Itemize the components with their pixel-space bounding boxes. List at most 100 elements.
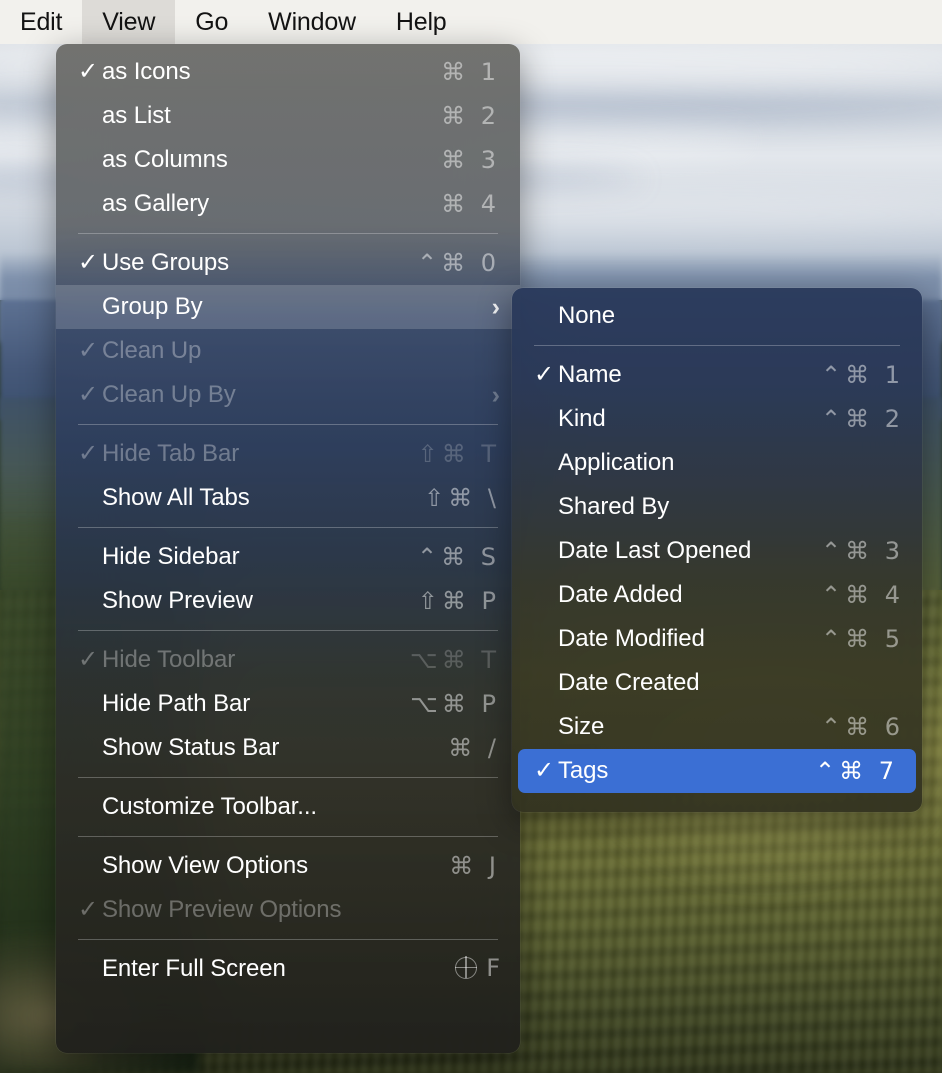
- menu-item-shortcut: ⌘ 1: [441, 58, 500, 86]
- menu-item-shortcut: ⌥⌘ P: [410, 690, 500, 718]
- checkmark-placeholder: ✓: [78, 545, 102, 569]
- menu-item-date-created[interactable]: ✓Date Created: [512, 661, 922, 705]
- menu-bar: Edit View Go Window Help: [0, 0, 942, 44]
- checkmark-placeholder: ✓: [534, 627, 558, 651]
- menu-item-label: Application: [558, 449, 675, 476]
- menu-item-shortcut: ⌃⌘ 5: [820, 625, 904, 653]
- menu-item-shortcut: ⌃⌘ 4: [820, 581, 904, 609]
- menu-item-label: Hide Tab Bar: [102, 440, 240, 467]
- checkmark-placeholder: ✓: [78, 854, 102, 878]
- chevron-right-icon: ›: [491, 292, 500, 321]
- menu-item-label: Show View Options: [102, 852, 308, 879]
- checkmark-placeholder: ✓: [78, 337, 99, 364]
- menu-item-show-status-bar[interactable]: ✓Show Status Bar ⌘ /: [56, 726, 520, 770]
- menu-item-enter-full-screen[interactable]: ✓Enter Full Screen F: [56, 947, 520, 991]
- menu-item-label: Use Groups: [102, 249, 230, 276]
- menu-item-label: Date Last Opened: [558, 537, 752, 564]
- menu-item-shortcut: ⌘ J: [449, 852, 500, 880]
- menu-item-as-columns[interactable]: ✓as Columns ⌘ 3: [56, 138, 520, 182]
- menu-item-shortcut: ⌘ 4: [441, 190, 500, 218]
- checkmark-placeholder: ✓: [78, 589, 102, 613]
- menu-item-shortcut: ⌘ 2: [441, 102, 500, 130]
- menu-item-hide-sidebar[interactable]: ✓Hide Sidebar ⌃⌘ S: [56, 535, 520, 579]
- menu-item-name[interactable]: ✓ Name ⌃⌘ 1: [512, 353, 922, 397]
- checkmark-placeholder: ✓: [78, 440, 99, 467]
- menu-item-shortcut: F: [429, 954, 500, 985]
- checkmark-placeholder: ✓: [534, 671, 558, 695]
- menu-item-date-added[interactable]: ✓Date Added ⌃⌘ 4: [512, 573, 922, 617]
- menu-item-date-modified[interactable]: ✓Date Modified ⌃⌘ 5: [512, 617, 922, 661]
- menu-item-shortcut: ⌃⌘ 1: [820, 361, 904, 389]
- menu-item-show-preview[interactable]: ✓Show Preview ⇧⌘ P: [56, 579, 520, 623]
- menu-item-clean-up: ✓ Clean Up: [56, 329, 520, 373]
- menu-separator: [78, 630, 498, 631]
- menu-item-as-icons[interactable]: ✓ as Icons ⌘ 1: [56, 50, 520, 94]
- menu-separator: [78, 939, 498, 940]
- checkmark-icon: ✓: [534, 361, 555, 388]
- menu-item-label: Clean Up: [102, 337, 202, 364]
- globe-icon: [454, 955, 478, 979]
- menu-separator: [78, 777, 498, 778]
- menu-separator: [78, 527, 498, 528]
- checkmark-placeholder: ✓: [534, 539, 558, 563]
- menu-item-show-view-options[interactable]: ✓Show View Options ⌘ J: [56, 844, 520, 888]
- menu-item-shortcut: ⌘ /: [448, 734, 500, 762]
- menu-item-label: Hide Sidebar: [102, 543, 240, 570]
- checkmark-placeholder: ✓: [78, 148, 102, 172]
- menu-separator: [78, 424, 498, 425]
- menu-item-show-all-tabs[interactable]: ✓Show All Tabs ⇧⌘ \: [56, 476, 520, 520]
- menu-item-label: Shared By: [558, 493, 670, 520]
- menu-item-clean-up-by: ✓ Clean Up By ›: [56, 373, 520, 417]
- menu-item-shortcut: ⇧⌘ \: [424, 484, 500, 512]
- menu-item-label: as Icons: [102, 58, 191, 85]
- menu-item-label: Tags: [558, 757, 609, 784]
- checkmark-placeholder: ✓: [534, 583, 558, 607]
- checkmark-placeholder: ✓: [78, 295, 102, 319]
- menu-item-application[interactable]: ✓Application: [512, 441, 922, 485]
- menu-item-date-last-opened[interactable]: ✓Date Last Opened ⌃⌘ 3: [512, 529, 922, 573]
- menu-item-hide-path-bar[interactable]: ✓Hide Path Bar ⌥⌘ P: [56, 682, 520, 726]
- checkmark-placeholder: ✓: [78, 736, 102, 760]
- menu-item-customize-toolbar[interactable]: ✓Customize Toolbar...: [56, 785, 520, 829]
- checkmark-placeholder: ✓: [78, 192, 102, 216]
- menu-item-label: as Columns: [102, 146, 228, 173]
- menu-item-label: as List: [102, 102, 171, 129]
- menu-item-size[interactable]: ✓Size ⌃⌘ 6: [512, 705, 922, 749]
- menubar-item-help[interactable]: Help: [376, 0, 467, 44]
- menu-item-as-list[interactable]: ✓as List ⌘ 2: [56, 94, 520, 138]
- menu-item-group-by[interactable]: ✓Group By ›: [56, 285, 520, 329]
- checkmark-placeholder: ✓: [78, 104, 102, 128]
- menu-item-use-groups[interactable]: ✓ Use Groups ⌃⌘ 0: [56, 241, 520, 285]
- checkmark-placeholder: ✓: [78, 896, 99, 923]
- menu-item-label: Show Preview: [102, 587, 253, 614]
- menu-item-shortcut: ⌃⌘ S: [417, 543, 500, 571]
- menubar-item-view[interactable]: View: [82, 0, 176, 44]
- menu-item-hide-toolbar: ✓ Hide Toolbar ⌥⌘ T: [56, 638, 520, 682]
- menu-item-none[interactable]: ✓None: [512, 294, 922, 338]
- checkmark-placeholder: ✓: [534, 757, 555, 784]
- menu-item-as-gallery[interactable]: ✓as Gallery ⌘ 4: [56, 182, 520, 226]
- menubar-item-window[interactable]: Window: [248, 0, 376, 44]
- menu-item-shortcut: ⇧⌘ P: [417, 587, 500, 615]
- checkmark-placeholder: ✓: [78, 957, 102, 981]
- menubar-item-edit[interactable]: Edit: [0, 0, 82, 44]
- menu-item-hide-tab-bar: ✓ Hide Tab Bar ⇧⌘ T: [56, 432, 520, 476]
- menu-item-label: Enter Full Screen: [102, 955, 286, 982]
- menu-item-label: Hide Toolbar: [102, 646, 236, 673]
- menu-item-label: Date Created: [558, 669, 700, 696]
- menubar-item-go[interactable]: Go: [175, 0, 248, 44]
- menu-item-shortcut: ⌘ 3: [441, 146, 500, 174]
- menu-item-kind[interactable]: ✓Kind ⌃⌘ 2: [512, 397, 922, 441]
- checkmark-placeholder: ✓: [78, 692, 102, 716]
- menu-item-shared-by[interactable]: ✓Shared By: [512, 485, 922, 529]
- desktop-screen: EditViewGoWindowHelp ✓as Icons⌘ 1✓as Lis…: [0, 0, 942, 1073]
- menu-item-label: Name: [558, 361, 622, 388]
- checkmark-placeholder: ✓: [78, 486, 102, 510]
- menu-item-shortcut: ⌃⌘ 7: [814, 757, 898, 785]
- menu-item-tags[interactable]: ✓ Tags ⌃⌘ 7: [518, 749, 916, 793]
- checkmark-placeholder: ✓: [534, 407, 558, 431]
- chevron-right-icon: ›: [491, 380, 500, 409]
- menu-item-show-preview-options: ✓ Show Preview Options: [56, 888, 520, 932]
- menu-separator: [78, 233, 498, 234]
- menu-item-label: Customize Toolbar...: [102, 793, 317, 820]
